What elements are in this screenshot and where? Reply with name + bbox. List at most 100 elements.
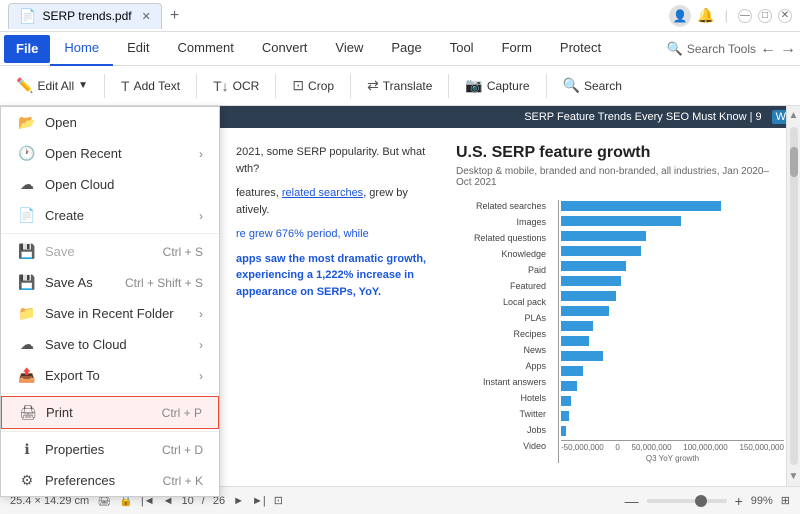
nav-next-btn[interactable]: ► bbox=[233, 495, 244, 507]
separator-b bbox=[1, 393, 219, 394]
nav-forward-icon[interactable]: → bbox=[780, 40, 796, 58]
bar-2 bbox=[561, 216, 681, 226]
main-area: 📂 Open 🕐 Open Recent › ☁ Open Cloud 📄 Cr… bbox=[0, 106, 800, 486]
print-shortcut: Ctrl + P bbox=[162, 406, 202, 420]
chart-bars-wrapper: -50,000,000 0 50,000,000 100,000,000 150… bbox=[554, 200, 784, 463]
status-right: — + 99% ⊞ bbox=[625, 493, 790, 509]
menu-item-save: 💾 Save Ctrl + S bbox=[1, 236, 219, 267]
chart-label: Featured bbox=[456, 280, 546, 293]
x-label-3: 50,000,000 bbox=[632, 443, 672, 452]
search-icon: 🔍 bbox=[563, 77, 580, 94]
print-label: Print bbox=[46, 405, 73, 420]
menu-item-save-cloud[interactable]: ☁ Save to Cloud › bbox=[1, 329, 219, 360]
bar-row-5 bbox=[561, 260, 784, 272]
menu-tab-page[interactable]: Page bbox=[377, 32, 435, 66]
menu-tab-convert[interactable]: Convert bbox=[248, 32, 322, 66]
menu-item-properties[interactable]: ℹ Properties Ctrl + D bbox=[1, 434, 219, 465]
file-menu-button[interactable]: File bbox=[4, 35, 50, 63]
file-dropdown-menu: 📂 Open 🕐 Open Recent › ☁ Open Cloud 📄 Cr… bbox=[0, 106, 220, 497]
add-text-button[interactable]: T Add Text bbox=[113, 74, 188, 98]
x-label-1: -50,000,000 bbox=[561, 443, 604, 452]
tab-close-button[interactable]: ✕ bbox=[142, 10, 151, 23]
menu-tab-comment[interactable]: Comment bbox=[164, 32, 248, 66]
bar-8 bbox=[561, 306, 609, 316]
nav-last-btn[interactable]: ►| bbox=[252, 495, 266, 507]
open-recent-icon: 🕐 bbox=[17, 145, 37, 162]
save-as-shortcut: Ctrl + Shift + S bbox=[125, 276, 203, 290]
close-button[interactable]: ✕ bbox=[778, 9, 792, 23]
edit-all-button[interactable]: ✏️ Edit All ▼ bbox=[8, 73, 96, 98]
export-arrow: › bbox=[199, 369, 203, 383]
title-bar-left: 📄 SERP trends.pdf ✕ + bbox=[8, 3, 183, 29]
ocr-button[interactable]: T↓ OCR bbox=[205, 74, 267, 98]
menu-item-open-cloud[interactable]: ☁ Open Cloud bbox=[1, 169, 219, 200]
menu-tab-view[interactable]: View bbox=[321, 32, 377, 66]
bar-10 bbox=[561, 336, 589, 346]
fullscreen-icon[interactable]: ⊞ bbox=[781, 494, 790, 507]
menu-tab-tool[interactable]: Tool bbox=[436, 32, 488, 66]
create-label: Create bbox=[45, 208, 84, 223]
chart-label: News bbox=[456, 344, 546, 357]
maximize-button[interactable]: □ bbox=[758, 9, 772, 23]
bar-row-10 bbox=[561, 335, 784, 347]
menu-item-preferences[interactable]: ⚙ Preferences Ctrl + K bbox=[1, 465, 219, 496]
document-tab[interactable]: 📄 SERP trends.pdf ✕ bbox=[8, 3, 162, 29]
menu-item-open-recent[interactable]: 🕐 Open Recent › bbox=[1, 138, 219, 169]
bar-4 bbox=[561, 246, 641, 256]
open-recent-label: Open Recent bbox=[45, 146, 122, 161]
scroll-down-arrow[interactable]: ▼ bbox=[785, 467, 800, 486]
menu-item-open[interactable]: 📂 Open bbox=[1, 107, 219, 138]
properties-icon: ℹ bbox=[17, 441, 37, 458]
chart-label: Local pack bbox=[456, 296, 546, 309]
pdf-icon: 📄 bbox=[19, 8, 36, 25]
menu-item-save-as[interactable]: 💾 Save As Ctrl + Shift + S bbox=[1, 267, 219, 298]
menu-tab-form[interactable]: Form bbox=[488, 32, 546, 66]
tab-title: SERP trends.pdf bbox=[42, 9, 131, 23]
search-button[interactable]: 🔍 Search bbox=[555, 73, 630, 98]
title-bar-right: 👤 🔔 | — □ ✕ bbox=[669, 5, 792, 27]
chart-label: PLAs bbox=[456, 312, 546, 325]
translate-button[interactable]: ⇄ Translate bbox=[359, 73, 440, 98]
menu-tab-home[interactable]: Home bbox=[50, 32, 113, 66]
chart-label: Jobs bbox=[456, 424, 546, 437]
menu-item-print[interactable]: 🖨 Print Ctrl + P bbox=[1, 396, 219, 429]
bar-row-2 bbox=[561, 215, 784, 227]
bar-row-12 bbox=[561, 365, 784, 377]
menu-item-save-recent[interactable]: 📁 Save in Recent Folder › bbox=[1, 298, 219, 329]
open-cloud-label: Open Cloud bbox=[45, 177, 114, 192]
minimize-button[interactable]: — bbox=[738, 9, 752, 23]
zoom-plus-button[interactable]: + bbox=[735, 493, 743, 509]
add-text-icon: T bbox=[121, 78, 130, 94]
bar-row-14 bbox=[561, 395, 784, 407]
fit-page-icon[interactable]: ⊡ bbox=[274, 494, 283, 507]
chart-label: Related questions bbox=[456, 232, 546, 245]
open-cloud-icon: ☁ bbox=[17, 176, 37, 193]
menu-item-export[interactable]: 📤 Export To › bbox=[1, 360, 219, 391]
crop-button[interactable]: ⊡ Crop bbox=[284, 73, 342, 98]
chart-label: Video bbox=[456, 440, 546, 453]
print-icon: 🖨 bbox=[18, 404, 38, 421]
scroll-up-arrow[interactable]: ▲ bbox=[785, 106, 800, 125]
bar-14 bbox=[561, 396, 571, 406]
menu-tab-protect[interactable]: Protect bbox=[546, 32, 615, 66]
scrollbar[interactable]: ▲ ▼ bbox=[786, 106, 800, 486]
bar-row-9 bbox=[561, 320, 784, 332]
new-tab-button[interactable]: + bbox=[166, 7, 183, 25]
pdf-right-column: U.S. SERP feature growth Desktop & mobil… bbox=[456, 144, 784, 463]
search-tools-label[interactable]: Search Tools bbox=[687, 42, 756, 56]
zoom-slider[interactable] bbox=[647, 499, 727, 503]
zoom-minus-button[interactable]: — bbox=[625, 493, 639, 509]
separator-5 bbox=[448, 74, 449, 98]
open-icon: 📂 bbox=[17, 114, 37, 131]
profile-icon[interactable]: 👤 bbox=[669, 5, 691, 27]
preferences-icon: ⚙ bbox=[17, 472, 37, 489]
ocr-icon: T↓ bbox=[213, 78, 229, 94]
bar-row-11 bbox=[561, 350, 784, 362]
search-tools-icon: 🔍 bbox=[667, 41, 683, 57]
menu-item-create[interactable]: 📄 Create › bbox=[1, 200, 219, 231]
scroll-thumb[interactable] bbox=[790, 147, 798, 177]
menu-tab-edit[interactable]: Edit bbox=[113, 32, 163, 66]
capture-button[interactable]: 📷 Capture bbox=[457, 73, 537, 98]
bar-3 bbox=[561, 231, 646, 241]
nav-back-icon[interactable]: ← bbox=[760, 40, 776, 58]
